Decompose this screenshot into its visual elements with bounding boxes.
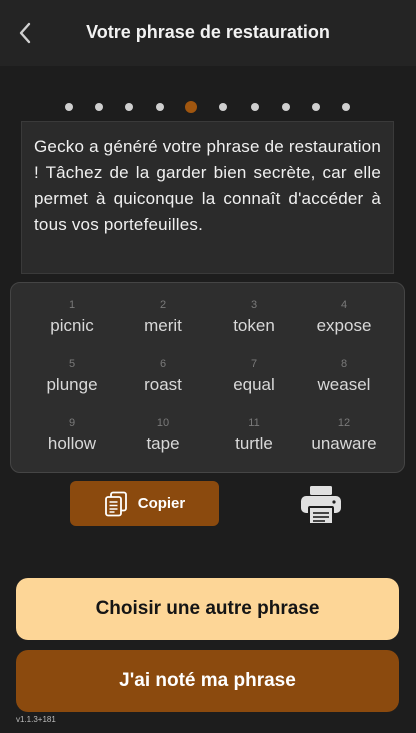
step-dot [95, 103, 103, 111]
mnemonic-word-number: 12 [337, 417, 351, 429]
mnemonic-word: 6 roast [118, 357, 208, 407]
step-indicator [0, 100, 416, 114]
mnemonic-word-number: 11 [248, 417, 260, 429]
printer-icon [301, 486, 341, 525]
mnemonic-word-number: 9 [68, 417, 76, 429]
mnemonic-word-number: 1 [68, 299, 76, 311]
mnemonic-word-number: 6 [159, 358, 167, 370]
step-dot [125, 103, 133, 111]
mnemonic-word: 3 token [209, 298, 299, 348]
print-button[interactable] [299, 484, 343, 526]
mnemonic-word-text: plunge [46, 375, 98, 394]
mnemonic-word: 4 expose [299, 298, 389, 348]
app-header: Votre phrase de restauration [0, 0, 416, 66]
mnemonic-word: 9 hollow [27, 416, 117, 466]
copy-button[interactable]: Copier [70, 481, 219, 526]
mnemonic-word-text: equal [233, 375, 275, 394]
step-dot-active [185, 101, 197, 113]
app-version: v1.1.3+181 [16, 715, 56, 724]
copy-document-icon [104, 491, 127, 516]
info-message: Gecko a généré votre phrase de restaurat… [34, 137, 381, 234]
mnemonic-word-number: 5 [68, 358, 76, 370]
mnemonic-word: 12 unaware [299, 416, 389, 466]
mnemonic-word-text: roast [144, 375, 182, 394]
step-dot [219, 103, 227, 111]
mnemonic-grid: 1 picnic 2 merit 3 token 4 expose 5 plunge 6 roast 7… [10, 282, 405, 473]
page-title: Votre phrase de restauration [86, 22, 330, 42]
info-message-box: Gecko a généré votre phrase de restaurat… [21, 121, 394, 274]
mnemonic-word-text: merit [144, 316, 182, 335]
mnemonic-word: 5 plunge [27, 357, 117, 407]
mnemonic-word: 8 weasel [299, 357, 389, 407]
mnemonic-word-number: 8 [340, 358, 348, 370]
mnemonic-word-text: hollow [47, 434, 97, 453]
mnemonic-word: 7 equal [209, 357, 299, 407]
step-dot [342, 103, 350, 111]
mnemonic-word-number: 10 [156, 417, 170, 429]
step-dot [65, 103, 73, 111]
mnemonic-word: 2 merit [118, 298, 208, 348]
chevron-left-icon [19, 22, 31, 44]
step-dot [282, 103, 290, 111]
mnemonic-word-number: 2 [159, 299, 167, 311]
choose-other-phrase-button[interactable]: Choisir une autre phrase [16, 578, 399, 640]
mnemonic-word-number: 7 [250, 358, 258, 370]
copy-button-label: Copier [137, 495, 186, 512]
mnemonic-word: 1 picnic [27, 298, 117, 348]
phrase-noted-button[interactable]: J'ai noté ma phrase [16, 650, 399, 712]
mnemonic-word-text: unaware [311, 434, 377, 453]
mnemonic-word-text: picnic [50, 316, 94, 335]
mnemonic-word-number: 3 [250, 299, 258, 311]
mnemonic-word: 11 turtle [209, 416, 299, 466]
mnemonic-word-number: 4 [340, 299, 348, 311]
mnemonic-word-text: tape [146, 434, 180, 453]
step-dot [156, 103, 164, 111]
back-button[interactable] [10, 18, 40, 48]
mnemonic-word-text: weasel [317, 375, 371, 394]
mnemonic-word: 10 tape [118, 416, 208, 466]
step-dot [251, 103, 259, 111]
mnemonic-word-text: token [233, 316, 275, 335]
step-dot [312, 103, 320, 111]
mnemonic-word-text: turtle [235, 434, 273, 453]
mnemonic-word-text: expose [316, 316, 372, 335]
